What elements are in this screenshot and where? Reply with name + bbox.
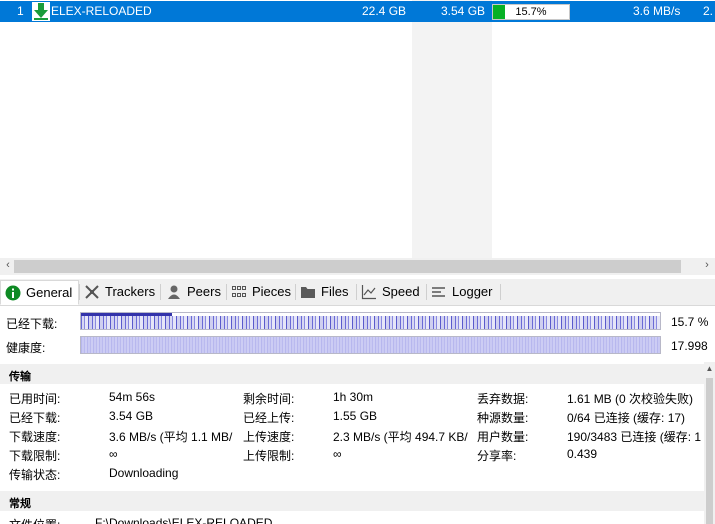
- peers-value: 190/3483 已连接 (缓存: 1: [567, 430, 702, 444]
- tab-logger[interactable]: Logger: [427, 281, 492, 303]
- speed-chart-icon: [361, 284, 377, 300]
- availability-map: [81, 337, 660, 353]
- scroll-up-icon[interactable]: ▲: [704, 364, 715, 373]
- tab-label: Speed: [382, 284, 420, 299]
- tab-peers[interactable]: Peers: [162, 281, 221, 303]
- ul-speed-value: 2.3 MB/s (平均 494.7 KB/: [333, 430, 468, 444]
- elapsed-value: 54m 56s: [109, 390, 156, 404]
- status-value: Downloading: [109, 466, 179, 480]
- torrent-row[interactable]: 1 ELEX-RELOADED 22.4 GB 3.54 GB 15.7% 3.…: [0, 1, 715, 22]
- tab-pieces[interactable]: Pieces: [227, 281, 291, 303]
- tab-divider: [500, 284, 501, 300]
- seeds-value: 0/64 已连接 (缓存: 17): [567, 411, 686, 425]
- downloading-arrow-icon: [32, 2, 50, 21]
- downloaded-bar-label: 已经下载:: [6, 317, 58, 331]
- horizontal-scroll-thumb[interactable]: [14, 260, 681, 273]
- dl-limit-label: 下载限制:: [9, 449, 61, 463]
- pieces-icon: [231, 284, 247, 300]
- tab-label: Pieces: [252, 284, 292, 299]
- scroll-right-icon[interactable]: ›: [701, 259, 713, 274]
- wasted-label: 丢弃数据:: [477, 392, 529, 406]
- status-label: 传输状态:: [9, 468, 61, 482]
- general-section-header: 常规: [0, 491, 704, 511]
- tab-label: Logger: [452, 284, 493, 299]
- availability-bar: [80, 336, 661, 354]
- health-bar-label: 健康度:: [6, 341, 46, 355]
- general-heading: 常规: [9, 498, 31, 510]
- torrent-done: 3.54 GB: [441, 4, 486, 18]
- sorted-column-highlight: [412, 0, 492, 258]
- details-vertical-scrollbar[interactable]: ▲: [704, 362, 715, 524]
- torrent-list[interactable]: 1 ELEX-RELOADED 22.4 GB 3.54 GB 15.7% 3.…: [0, 0, 715, 258]
- tab-label: Peers: [187, 284, 221, 299]
- trackers-icon: [84, 284, 100, 300]
- elapsed-label: 已用时间:: [9, 392, 61, 406]
- folder-icon: [300, 284, 316, 300]
- location-value: F:\Downloads\ELEX-RELOADED: [95, 516, 273, 524]
- ul-limit-label: 上传限制:: [243, 449, 295, 463]
- torrent-up-speed-truncated: 2.: [703, 4, 714, 18]
- wasted-value: 1.61 MB (0 次校验失败): [567, 392, 694, 406]
- seeds-label: 种源数量:: [477, 411, 529, 425]
- torrent-progress-bar: 15.7%: [492, 4, 570, 20]
- ul-speed-label: 上传速度:: [243, 430, 295, 444]
- remaining-label: 剩余时间:: [243, 392, 295, 406]
- tab-trackers[interactable]: Trackers: [80, 281, 155, 303]
- location-label: 文件位置:: [9, 516, 60, 524]
- downloaded-pieces-bar: [80, 312, 661, 330]
- uploaded-value: 1.55 GB: [333, 409, 378, 423]
- tab-label: Files: [321, 284, 349, 299]
- tab-label: Trackers: [105, 284, 156, 299]
- ratio-label: 分享率:: [477, 449, 517, 463]
- properties-tab-bar: General Trackers Peers Pieces Files Spee…: [0, 279, 715, 306]
- horizontal-scrollbar[interactable]: ‹ ›: [0, 258, 715, 275]
- row-index: 1: [17, 4, 24, 18]
- torrent-name: ELEX-RELOADED: [51, 4, 152, 18]
- scroll-left-icon[interactable]: ‹: [2, 259, 14, 274]
- dl-speed-value: 3.6 MB/s (平均 1.1 MB/: [109, 430, 233, 444]
- vertical-scroll-thumb[interactable]: [706, 378, 713, 524]
- info-icon: [5, 285, 21, 301]
- peers-label: 用户数量:: [477, 430, 529, 444]
- dl-speed-label: 下载速度:: [9, 430, 61, 444]
- torrent-progress-text: 15.7%: [515, 6, 547, 18]
- tab-general[interactable]: General: [0, 280, 79, 305]
- uploaded-label: 已经上传:: [243, 411, 295, 425]
- dl-limit-value: ∞: [109, 447, 118, 461]
- remaining-value: 1h 30m: [333, 390, 374, 404]
- downloaded-label: 已经下载:: [9, 411, 61, 425]
- tab-divider: [160, 284, 161, 300]
- torrent-size: 22.4 GB: [362, 4, 407, 18]
- ul-limit-value: ∞: [333, 447, 342, 461]
- downloaded-value: 3.54 GB: [109, 409, 154, 423]
- peers-icon: [166, 284, 182, 300]
- downloaded-percent: 15.7 %: [671, 315, 709, 329]
- torrent-down-speed: 3.6 MB/s: [633, 4, 681, 18]
- tab-label: General: [26, 284, 73, 300]
- transfer-section-header: 传输: [0, 364, 704, 384]
- health-value: 17.998: [671, 339, 708, 353]
- tab-speed[interactable]: Speed: [357, 281, 420, 303]
- general-details-panel: 传输 已用时间: 54m 56s 剩余时间: 1h 30m 丢弃数据: 1.61…: [0, 362, 704, 524]
- ratio-value: 0.439: [567, 447, 598, 461]
- downloaded-pieces-map: [81, 316, 660, 329]
- logger-icon: [431, 284, 447, 300]
- transfer-heading: 传输: [9, 371, 31, 383]
- tab-files[interactable]: Files: [296, 281, 348, 303]
